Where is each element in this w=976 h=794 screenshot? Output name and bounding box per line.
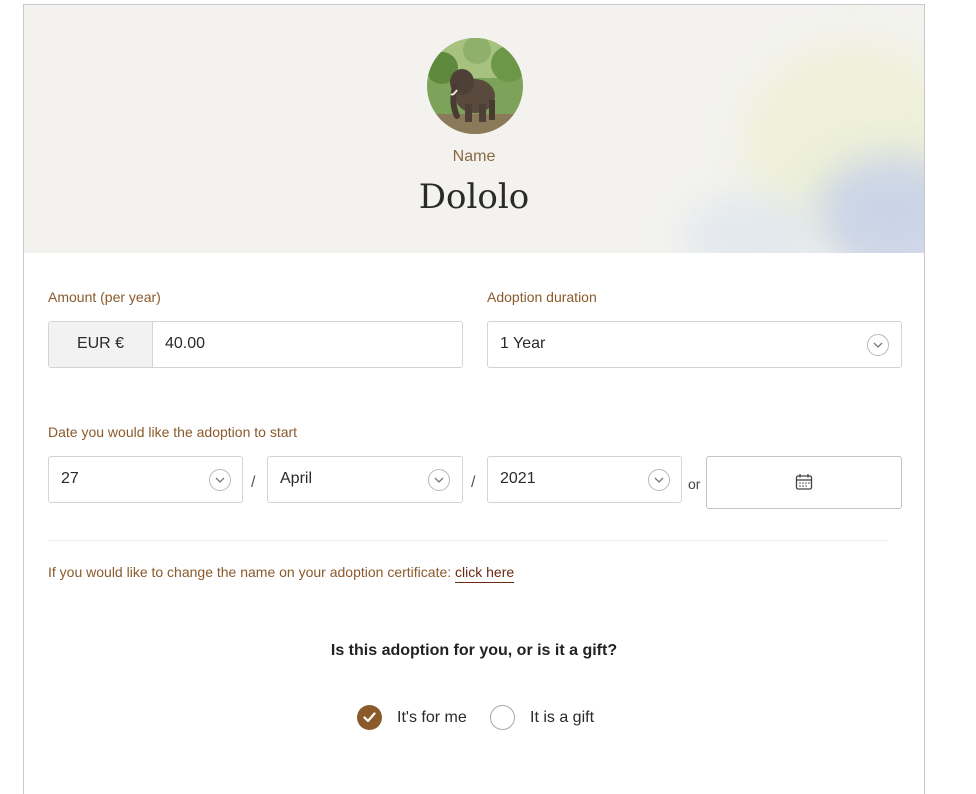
animal-name-label: Name xyxy=(452,148,496,165)
radio-gift[interactable] xyxy=(490,705,515,730)
hero-banner: Name Dololo xyxy=(24,5,924,253)
start-date-label: Date you would like the adoption to star… xyxy=(48,424,298,440)
animal-name: Dololo xyxy=(418,177,530,217)
month-value: April xyxy=(280,470,313,487)
certificate-note: If you would like to change the name on … xyxy=(48,564,515,583)
amount-label: Amount (per year) xyxy=(48,289,161,305)
radio-for-me[interactable] xyxy=(357,705,382,730)
amount-field: EUR € 40.00 xyxy=(48,321,463,368)
currency-addon: EUR € xyxy=(49,322,153,367)
chevron-down-icon xyxy=(428,469,450,491)
currency-label: EUR € xyxy=(76,335,125,352)
month-select[interactable]: April xyxy=(267,456,463,503)
elephant-photo xyxy=(427,38,523,134)
date-separator: / xyxy=(251,474,256,491)
duration-select[interactable]: 1 Year xyxy=(487,321,902,368)
certificate-note-text: If you would like to change the name on … xyxy=(48,564,452,580)
radio-gift-label[interactable]: It is a gift xyxy=(530,709,594,727)
chevron-down-icon xyxy=(209,469,231,491)
year-select[interactable]: 2021 xyxy=(487,456,682,503)
check-icon xyxy=(363,712,376,723)
duration-value: 1 Year xyxy=(500,335,546,352)
gift-question: Is this adoption for you, or is it a gif… xyxy=(330,642,618,659)
day-value: 27 xyxy=(61,470,79,487)
or-text: or xyxy=(688,476,701,492)
day-select[interactable]: 27 xyxy=(48,456,243,503)
duration-label: Adoption duration xyxy=(487,289,597,305)
year-value: 2021 xyxy=(500,470,536,487)
chevron-down-icon xyxy=(867,334,889,356)
adoption-form-card: Name Dololo Amount (per year) EUR € 40.0… xyxy=(23,4,925,794)
divider xyxy=(48,540,888,541)
chevron-down-icon xyxy=(648,469,670,491)
date-picker-button[interactable] xyxy=(706,456,902,509)
change-certificate-name-link[interactable]: click here xyxy=(455,564,515,583)
calendar-icon xyxy=(795,474,813,490)
amount-input[interactable]: 40.00 xyxy=(165,335,205,353)
radio-for-me-label[interactable]: It's for me xyxy=(397,709,467,727)
elephant-avatar xyxy=(427,38,523,134)
date-separator: / xyxy=(471,474,476,491)
